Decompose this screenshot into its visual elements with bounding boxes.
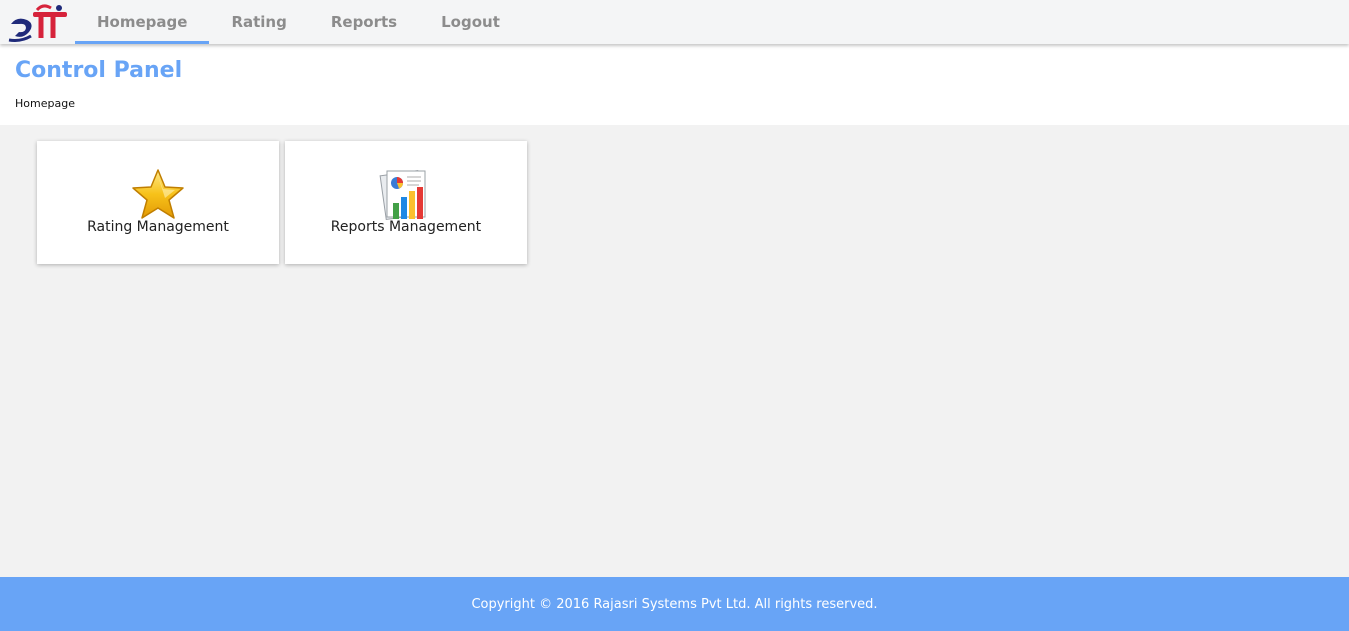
breadcrumb[interactable]: Homepage: [15, 97, 75, 110]
rajasri-logo-icon: [8, 4, 67, 42]
nav-logout[interactable]: Logout: [419, 0, 522, 44]
reports-management-tile[interactable]: Reports Management: [285, 141, 527, 264]
top-navigation: Homepage Rating Reports Logout: [0, 0, 1349, 44]
company-logo[interactable]: [0, 0, 75, 44]
bar-chart-report-icon: [377, 167, 435, 225]
dashboard-tiles: Rating Management Reports Management: [37, 141, 527, 264]
tile-label-rating: Rating Management: [87, 219, 229, 235]
tile-label-reports: Reports Management: [330, 219, 482, 235]
copyright-text: Copyright © 2016 Rajasri Systems Pvt Ltd…: [471, 596, 878, 612]
footer: Copyright © 2016 Rajasri Systems Pvt Ltd…: [0, 577, 1349, 631]
page-header: Control Panel Homepage: [0, 44, 1349, 125]
page-title: Control Panel: [15, 58, 183, 83]
star-icon: [129, 167, 187, 225]
nav-homepage[interactable]: Homepage: [75, 0, 210, 44]
nav-reports[interactable]: Reports: [309, 0, 419, 44]
nav-rating[interactable]: Rating: [209, 0, 308, 44]
rating-management-tile[interactable]: Rating Management: [37, 141, 279, 264]
